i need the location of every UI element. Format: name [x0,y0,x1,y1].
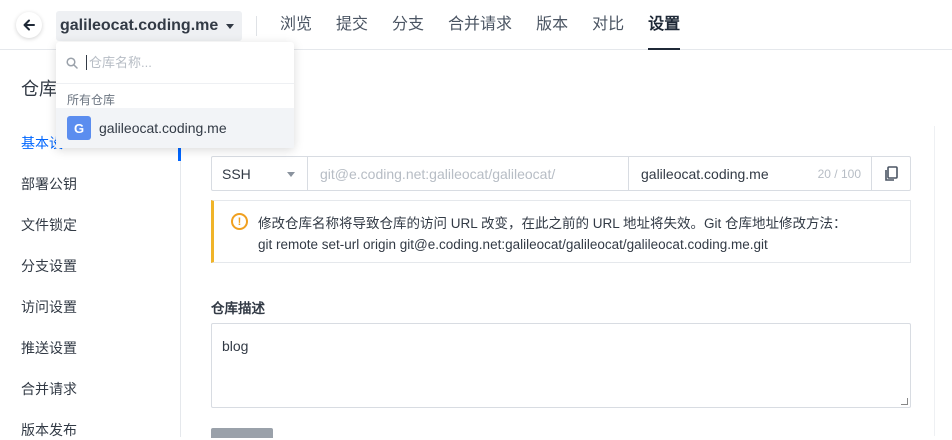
tab-branches[interactable]: 分支 [392,0,424,50]
protocol-value: SSH [222,166,251,182]
rename-warning: ! 修改仓库名称将导致仓库的访问 URL 改变，在此之前的 URL 地址将失效。… [211,200,911,263]
search-icon [66,57,78,69]
caret-down-icon [226,24,234,29]
repo-search-input[interactable] [86,55,266,70]
sidebar-item-file-lock[interactable]: 文件锁定 [21,215,77,235]
sidebar-item-deploy-keys[interactable]: 部署公钥 [21,174,77,194]
description-textarea[interactable]: blog [211,323,911,408]
sidebar-item-push-settings[interactable]: 推送设置 [21,338,77,358]
tab-releases[interactable]: 版本 [536,0,568,50]
sidebar-item-access-settings[interactable]: 访问设置 [21,297,77,317]
repo-search [56,42,294,84]
settings-main: SSH git@e.coding.net:galileocat/galileoc… [181,51,952,437]
dropdown-repo-label: galileocat.coding.me [99,120,227,136]
char-counter: 20 / 100 [818,167,861,181]
warning-line-2: git remote set-url origin git@e.coding.n… [258,234,847,255]
sidebar-item-branch-settings[interactable]: 分支设置 [21,256,77,276]
copy-icon [884,166,898,182]
description-value: blog [222,338,248,354]
warning-text: 修改仓库名称将导致仓库的访问 URL 改变，在此之前的 URL 地址将失效。Gi… [258,213,847,255]
dropdown-repo-item[interactable]: G galileocat.coding.me [56,108,294,148]
caret-down-icon [287,172,295,177]
tab-commits[interactable]: 提交 [336,0,368,50]
warning-icon: ! [231,213,248,230]
repo-dropdown: 所有仓库 G galileocat.coding.me [56,42,294,148]
description-label: 仓库描述 [211,297,265,317]
repo-tabs: 浏览 提交 分支 合并请求 版本 对比 设置 [280,0,704,50]
tab-merge-requests[interactable]: 合并请求 [448,0,512,50]
repo-avatar: G [67,116,91,140]
repo-name-value: galileocat.coding.me [641,166,769,182]
url-prefix: git@e.coding.net:galileocat/galileocat/ [308,157,629,190]
divider [256,16,257,36]
copy-button[interactable] [872,157,910,190]
sidebar-item-releases[interactable]: 版本发布 [21,420,77,440]
arrow-left-icon [22,18,36,32]
sidebar-title: 仓库 [21,75,57,101]
repo-selector-label: galileocat.coding.me [60,17,218,35]
tab-compare[interactable]: 对比 [592,0,624,50]
repo-url-row: SSH git@e.coding.net:galileocat/galileoc… [211,156,911,191]
sidebar-item-merge-requests[interactable]: 合并请求 [21,379,77,399]
tab-settings[interactable]: 设置 [648,0,680,50]
repo-name-input[interactable]: galileocat.coding.me 20 / 100 [629,157,872,190]
resize-handle[interactable] [901,398,908,405]
warning-line-1: 修改仓库名称将导致仓库的访问 URL 改变，在此之前的 URL 地址将失效。Gi… [258,213,847,234]
dropdown-group-label: 所有仓库 [67,91,115,108]
divider [934,126,935,436]
back-button[interactable] [16,12,42,38]
repo-selector[interactable]: galileocat.coding.me [56,11,242,41]
protocol-select[interactable]: SSH [212,157,308,190]
